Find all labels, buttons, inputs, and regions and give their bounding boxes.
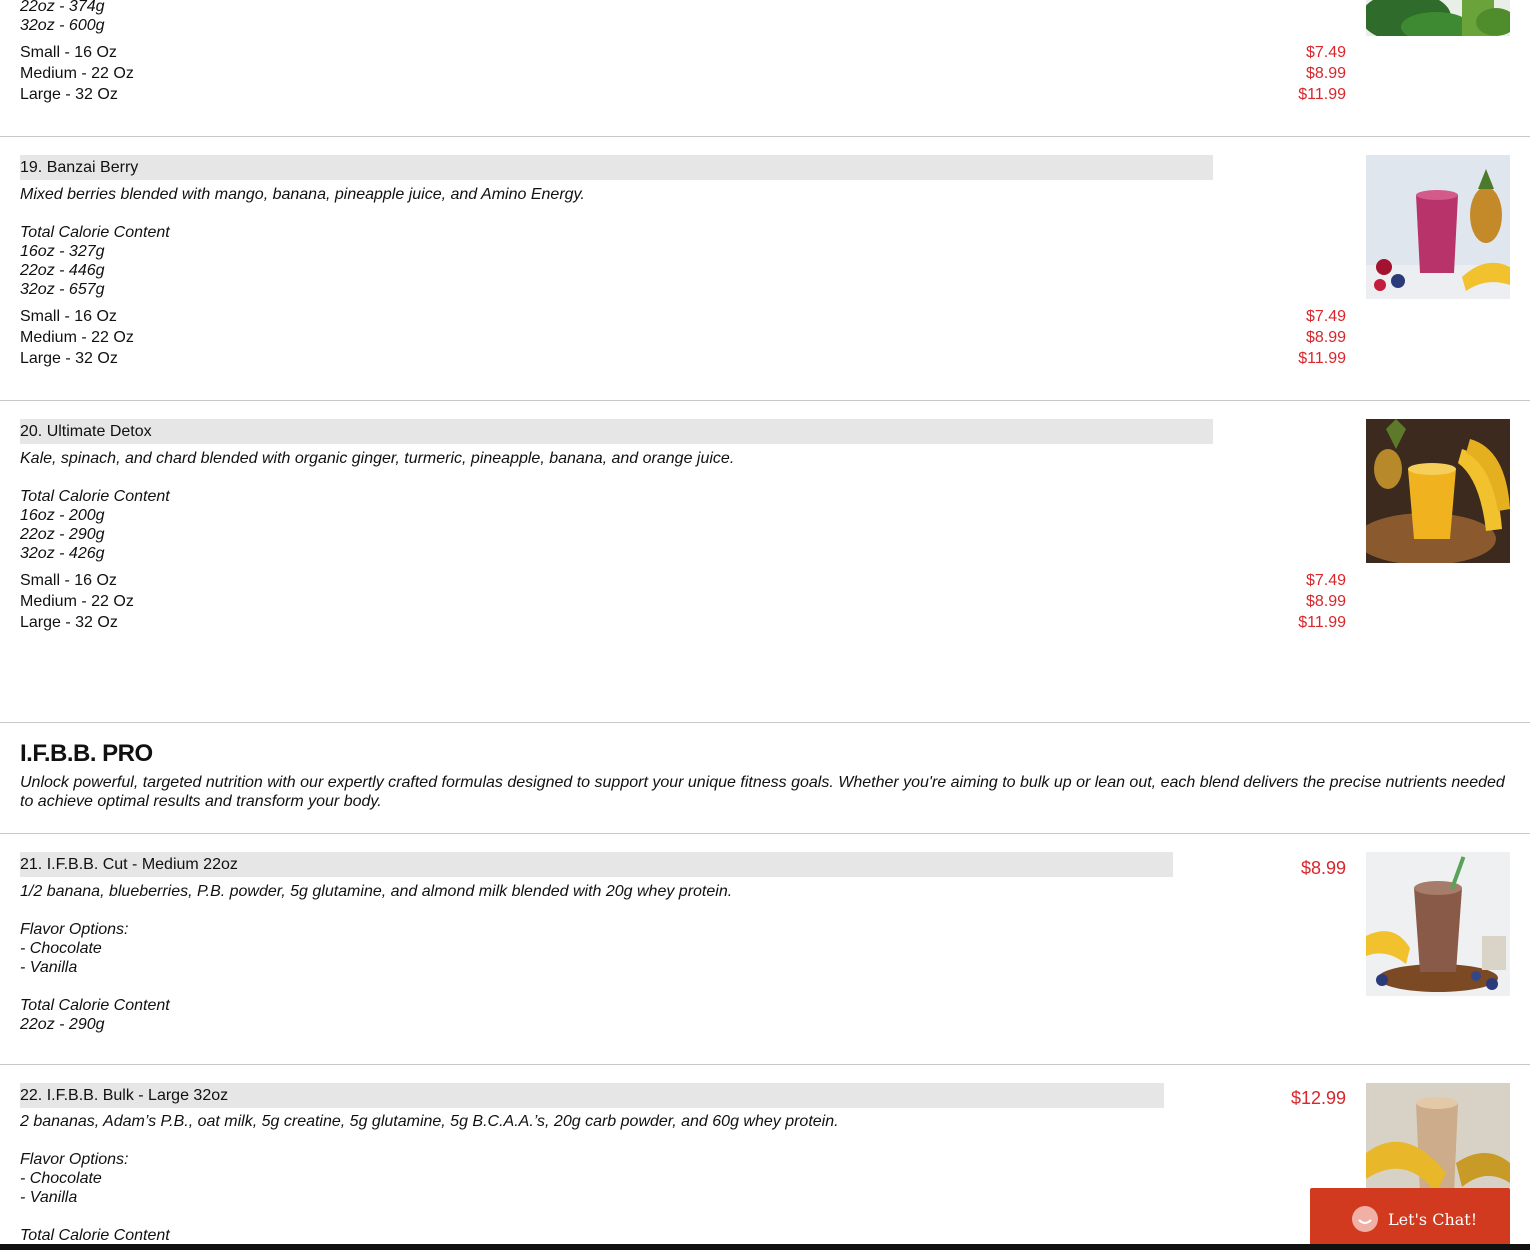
flavor-option: - Vanilla	[20, 1189, 78, 1206]
calorie-line: 16oz - 200g	[20, 507, 105, 524]
item-description: Mixed berries blended with mango, banana…	[20, 186, 585, 203]
detox-smoothie-image[interactable]	[1366, 419, 1510, 563]
calorie-heading: Total Calorie Content	[20, 488, 170, 505]
flavor-heading: Flavor Options:	[20, 1151, 129, 1168]
calorie-line: 22oz - 290g	[20, 1016, 105, 1033]
chat-smile-icon	[1352, 1206, 1378, 1232]
divider	[0, 1064, 1530, 1065]
size-price: $8.99	[1305, 65, 1346, 82]
item-description: 1/2 banana, blueberries, P.B. powder, 5g…	[20, 883, 733, 900]
item-title[interactable]: 20. Ultimate Detox	[20, 419, 1213, 444]
size-option[interactable]: Large - 32 Oz	[20, 348, 118, 369]
size-option[interactable]: Medium - 22 Oz	[20, 63, 134, 84]
size-option[interactable]: Small - 16 Oz	[20, 42, 117, 63]
size-option[interactable]: Medium - 22 Oz	[20, 591, 134, 612]
item-price: $8.99	[1300, 858, 1346, 878]
section-title: I.F.B.B. PRO	[20, 740, 153, 767]
item-description: Kale, spinach, and chard blended with or…	[20, 450, 735, 467]
size-price: $8.99	[1305, 593, 1346, 610]
section-description: Unlock powerful, targeted nutrition with…	[20, 774, 1505, 810]
size-price: $7.49	[1305, 308, 1346, 325]
flavor-option: - Chocolate	[20, 1170, 102, 1187]
bulk-smoothie-image[interactable]	[1366, 1083, 1510, 1203]
size-option[interactable]: Small - 16 Oz	[20, 306, 117, 327]
size-price: $11.99	[1298, 86, 1346, 103]
size-price: $11.99	[1298, 350, 1346, 367]
calorie-line: 22oz - 374g	[20, 0, 105, 15]
calorie-line: 22oz - 290g	[20, 526, 105, 543]
chocolate-smoothie-image[interactable]	[1366, 852, 1510, 996]
green-smoothie-image[interactable]	[1366, 0, 1510, 36]
flavor-option: - Chocolate	[20, 940, 102, 957]
item-title[interactable]: 21. I.F.B.B. Cut - Medium 22oz	[20, 852, 1173, 877]
berry-smoothie-image[interactable]	[1366, 155, 1510, 299]
chat-label: Let's Chat!	[1388, 1209, 1478, 1229]
divider	[0, 400, 1530, 401]
calorie-heading: Total Calorie Content	[20, 224, 170, 241]
divider	[0, 722, 1530, 723]
item-title[interactable]: 22. I.F.B.B. Bulk - Large 32oz	[20, 1083, 1164, 1108]
calorie-line: 32oz - 657g	[20, 281, 105, 298]
size-option[interactable]: Small - 16 Oz	[20, 570, 117, 591]
calorie-line: 22oz - 446g	[20, 262, 105, 279]
size-option[interactable]: Large - 32 Oz	[20, 612, 118, 633]
calorie-line: 32oz - 426g	[20, 545, 105, 562]
size-price: $7.49	[1305, 44, 1346, 61]
chat-button[interactable]: Let's Chat!	[1310, 1188, 1510, 1250]
calorie-heading: Total Calorie Content	[20, 997, 170, 1014]
calorie-line: 32oz - 600g	[20, 17, 105, 34]
size-option[interactable]: Large - 32 Oz	[20, 84, 118, 105]
divider	[0, 833, 1530, 834]
bottom-edge	[0, 1244, 1530, 1250]
flavor-heading: Flavor Options:	[20, 921, 129, 938]
item-description: 2 bananas, Adam’s P.B., oat milk, 5g cre…	[20, 1113, 839, 1130]
size-price: $11.99	[1298, 614, 1346, 631]
size-option[interactable]: Medium - 22 Oz	[20, 327, 134, 348]
size-price: $8.99	[1305, 329, 1346, 346]
calorie-heading: Total Calorie Content	[20, 1227, 170, 1244]
flavor-option: - Vanilla	[20, 959, 78, 976]
size-price: $7.49	[1305, 572, 1346, 589]
calorie-line: 16oz - 327g	[20, 243, 105, 260]
divider	[0, 136, 1530, 137]
item-price: $12.99	[1290, 1088, 1346, 1108]
item-title[interactable]: 19. Banzai Berry	[20, 155, 1213, 180]
